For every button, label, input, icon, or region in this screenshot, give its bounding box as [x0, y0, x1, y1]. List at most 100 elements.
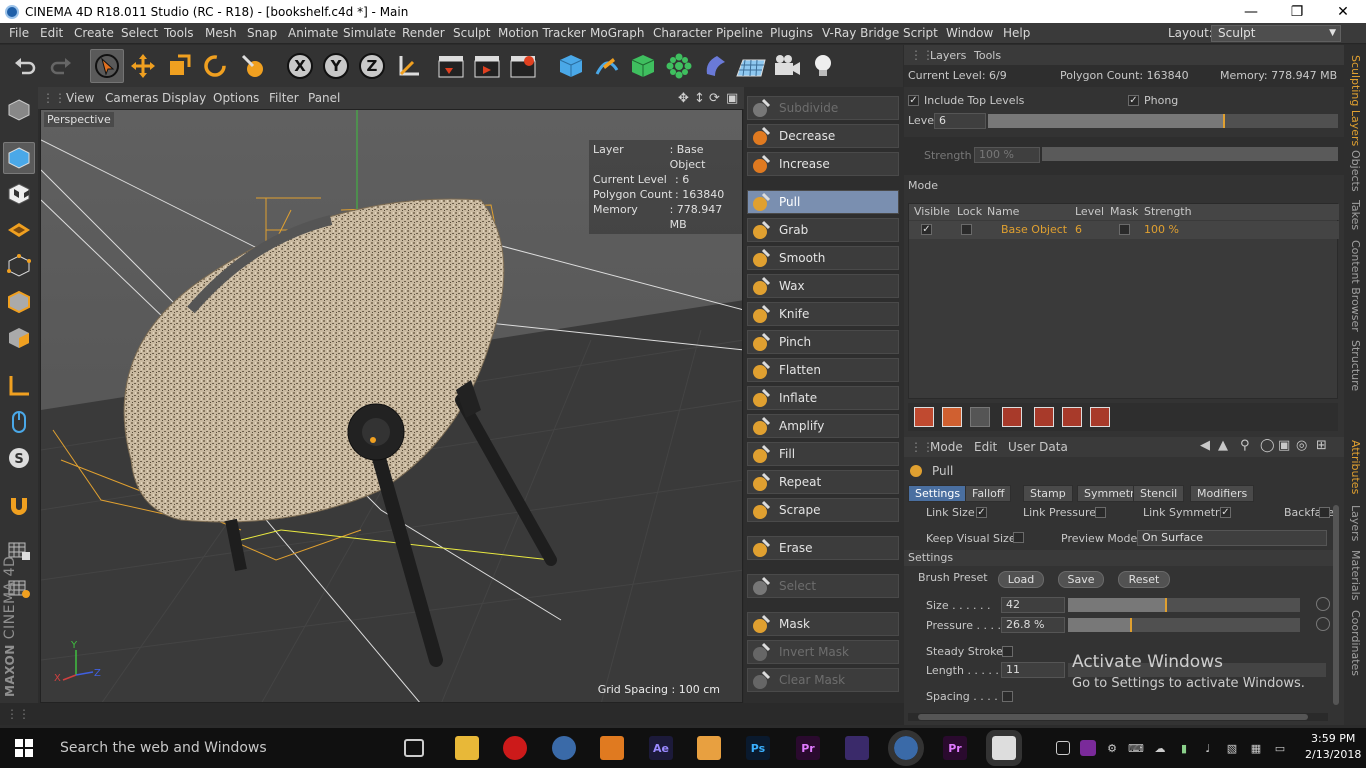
strength-field[interactable]: 100 % — [974, 147, 1040, 163]
close-icon[interactable]: ✕ — [1320, 0, 1366, 23]
menu-tools[interactable]: Tools — [164, 26, 194, 40]
menu-simulate[interactable]: Simulate — [343, 26, 396, 40]
side-tab-materials[interactable]: Materials — [1349, 550, 1362, 600]
brush-knife-button[interactable]: Knife — [747, 302, 899, 326]
backface-checkbox[interactable] — [1319, 507, 1330, 518]
viewport-move-icon[interactable]: ✥ — [678, 91, 689, 106]
deformer-button[interactable] — [698, 49, 732, 83]
vp-menu-filter[interactable]: Filter — [269, 91, 299, 105]
level-slider[interactable] — [988, 114, 1338, 128]
taskbar-clock[interactable]: 3:59 PM 2/13/2018 — [1305, 731, 1361, 763]
tab-tools[interactable]: Tools — [974, 49, 1001, 62]
brush-amplify-button[interactable]: Amplify — [747, 414, 899, 438]
character-app-icon[interactable] — [600, 736, 624, 760]
perspective-viewport[interactable]: Y X Z Perspective Layer: Base Object Cur… — [40, 109, 743, 703]
attr-menu-edit[interactable]: Edit — [974, 440, 997, 454]
side-tab-content-browser[interactable]: Content Browser — [1349, 240, 1362, 332]
side-tab-attributes[interactable]: Attributes — [1349, 440, 1362, 494]
table-row[interactable]: ✓ Base Object 6 100 % — [909, 221, 1339, 239]
scrollbar-thumb[interactable] — [918, 714, 1308, 720]
brush-erase-button[interactable]: Erase — [747, 536, 899, 560]
vp-menu-view[interactable]: View — [66, 91, 94, 105]
tab-stencil[interactable]: Stencil — [1133, 485, 1185, 502]
file-explorer-icon[interactable] — [455, 736, 479, 760]
preview-mode-dropdown[interactable]: On Surface — [1137, 530, 1327, 546]
row-visible-checkbox[interactable]: ✓ — [921, 224, 932, 235]
floor-button[interactable] — [734, 49, 768, 83]
lock-icon[interactable]: ▣ — [1278, 438, 1290, 453]
edges-mode-button[interactable] — [3, 286, 35, 318]
menu-render[interactable]: Render — [402, 26, 445, 40]
brush-grab-button[interactable]: Grab — [747, 218, 899, 242]
menu-motion-tracker[interactable]: Motion Tracker — [498, 26, 586, 40]
menu-window[interactable]: Window — [946, 26, 993, 40]
redo-button[interactable] — [44, 49, 78, 83]
side-tab-layers[interactable]: Layers — [1349, 505, 1362, 541]
pressure-pen-pressure-icon[interactable] — [1316, 617, 1330, 631]
axis-mode-button[interactable] — [3, 370, 35, 402]
add-layer-icon[interactable] — [914, 407, 934, 427]
side-tab-coordinates[interactable]: Coordinates — [1349, 610, 1362, 676]
delete-layer-icon[interactable] — [970, 407, 990, 427]
z-axis-lock-button[interactable]: Z — [355, 49, 389, 83]
recent-tools-button[interactable] — [236, 49, 270, 83]
vp-menu-cameras[interactable]: Cameras — [105, 91, 158, 105]
brush-smooth-button[interactable]: Smooth — [747, 246, 899, 270]
menu-mesh[interactable]: Mesh — [205, 26, 237, 40]
tray-camera-icon[interactable] — [1056, 741, 1070, 755]
render-view-button[interactable] — [435, 49, 469, 83]
brush-repeat-button[interactable]: Repeat — [747, 470, 899, 494]
points-mode-button[interactable] — [3, 250, 35, 282]
attributes-vscroll[interactable] — [1333, 505, 1339, 705]
taskbar-search[interactable]: Search the web and Windows — [48, 728, 392, 768]
size-pen-pressure-icon[interactable] — [1316, 597, 1330, 611]
up-arrow-icon[interactable]: ▲ — [1218, 438, 1228, 453]
menu-help[interactable]: Help — [1003, 26, 1030, 40]
start-button[interactable] — [0, 728, 48, 768]
photos-icon[interactable] — [986, 730, 1022, 766]
task-view-icon[interactable] — [404, 739, 424, 757]
pressure-field[interactable]: 26.8 % — [1001, 617, 1065, 633]
brush-fill-button[interactable]: Fill — [747, 442, 899, 466]
after-effects-icon[interactable]: Ae — [649, 736, 673, 760]
pressure-slider[interactable] — [1068, 618, 1300, 632]
tray-tool-icon[interactable]: ⚙ — [1104, 740, 1120, 756]
menu-edit[interactable]: Edit — [40, 26, 63, 40]
strength-slider[interactable] — [1042, 147, 1338, 161]
load-preset-button[interactable]: Load — [998, 571, 1044, 588]
media-encoder-icon[interactable] — [845, 736, 869, 760]
cloud-icon[interactable]: ☁ — [1152, 740, 1168, 756]
brush-decrease-button[interactable]: Decrease — [747, 124, 899, 148]
level-field[interactable]: 6 — [934, 113, 986, 129]
side-tab-takes[interactable]: Takes — [1349, 200, 1362, 230]
x-axis-lock-button[interactable]: X — [283, 49, 317, 83]
cinema4d-active-icon[interactable] — [888, 730, 924, 766]
rotate-button[interactable] — [198, 49, 232, 83]
tray-keyboard-icon[interactable]: ⌨ — [1128, 740, 1144, 756]
cloner-button[interactable] — [662, 49, 696, 83]
light-button[interactable] — [806, 49, 840, 83]
menu-script[interactable]: Script — [903, 26, 938, 40]
camera-button[interactable] — [770, 49, 804, 83]
tab-falloff[interactable]: Falloff — [965, 485, 1012, 502]
attr-menu-mode[interactable]: Mode — [930, 440, 963, 454]
copy-layer-icon[interactable] — [1034, 407, 1054, 427]
menu-sculpt[interactable]: Sculpt — [453, 26, 490, 40]
new-panel-icon[interactable]: ⊞ — [1316, 438, 1327, 453]
scale-button[interactable] — [162, 49, 196, 83]
menu-vray-bridge[interactable]: V-Ray Bridge — [822, 26, 899, 40]
viewport-zoom-icon[interactable]: ↕ — [694, 91, 705, 106]
size-field[interactable]: 42 — [1001, 597, 1065, 613]
length-field[interactable]: 11 — [1001, 662, 1065, 678]
menu-file[interactable]: File — [9, 26, 29, 40]
language-icon[interactable]: ▦ — [1248, 740, 1264, 756]
render-settings-button[interactable] — [507, 49, 541, 83]
menu-character[interactable]: Character — [653, 26, 712, 40]
history-icon[interactable]: ◯ — [1260, 438, 1275, 453]
coordinate-system-button[interactable] — [392, 49, 426, 83]
side-tab-structure[interactable]: Structure — [1349, 340, 1362, 391]
viewport-maximize-icon[interactable]: ▣ — [726, 91, 738, 106]
subdivision-surface-button[interactable] — [626, 49, 660, 83]
workplane-mode-button[interactable] — [3, 214, 35, 246]
photoshop-icon[interactable]: Ps — [746, 736, 770, 760]
